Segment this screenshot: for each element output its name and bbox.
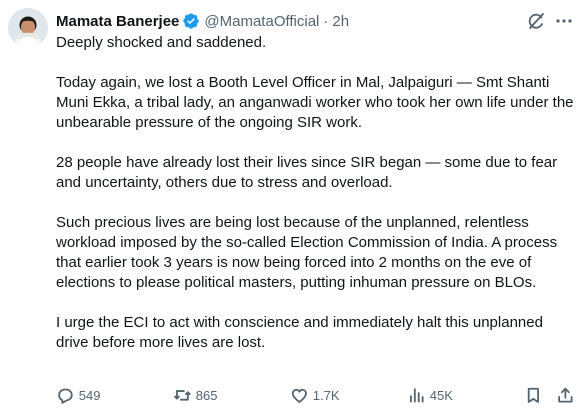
repost-count: 865 [195,387,218,403]
like-button[interactable]: 1.7K [290,384,340,406]
tweet-header: Mamata Banerjee @MamataOfficial · 2h [56,10,349,32]
reply-icon [56,386,75,405]
tweet-paragraph: Deeply shocked and saddened. [56,34,267,51]
heart-icon [290,386,309,405]
separator-dot: · [323,12,329,30]
like-count: 1.7K [312,387,340,403]
tweet-paragraph: Such precious lives are being lost becau… [56,214,558,291]
bookmark-button[interactable] [524,384,543,406]
bookmark-icon [524,386,543,405]
share-button[interactable] [556,384,575,406]
tweet-timestamp[interactable]: 2h [332,13,349,30]
author-handle[interactable]: @MamataOfficial [204,13,319,30]
avatar[interactable] [8,8,48,48]
more-options-icon[interactable] [554,11,574,31]
tweet-card: Mamata Banerjee @MamataOfficial · 2h Dee… [0,0,583,412]
tweet-text: Deeply shocked and saddened. Today again… [56,33,576,373]
tweet-paragraph: 28 people have already lost their lives … [56,154,558,191]
tweet-action-bar: 549 865 1.7K 45K [56,384,576,406]
reply-count: 549 [78,387,101,403]
views-count: 45K [429,387,453,403]
author-name[interactable]: Mamata Banerjee [56,13,179,30]
tweet-paragraph: Today again, we lost a Booth Level Offic… [56,74,574,131]
reply-button[interactable]: 549 [56,384,100,406]
analytics-icon [407,386,426,405]
share-icon [556,386,575,405]
repost-icon [173,386,192,405]
tweet-paragraph: I urge the ECI to act with conscience an… [56,314,543,351]
views-button[interactable]: 45K [407,384,453,406]
verified-badge-icon [182,12,200,30]
grok-icon[interactable] [526,11,546,31]
avatar-image [8,8,48,48]
repost-button[interactable]: 865 [173,384,217,406]
